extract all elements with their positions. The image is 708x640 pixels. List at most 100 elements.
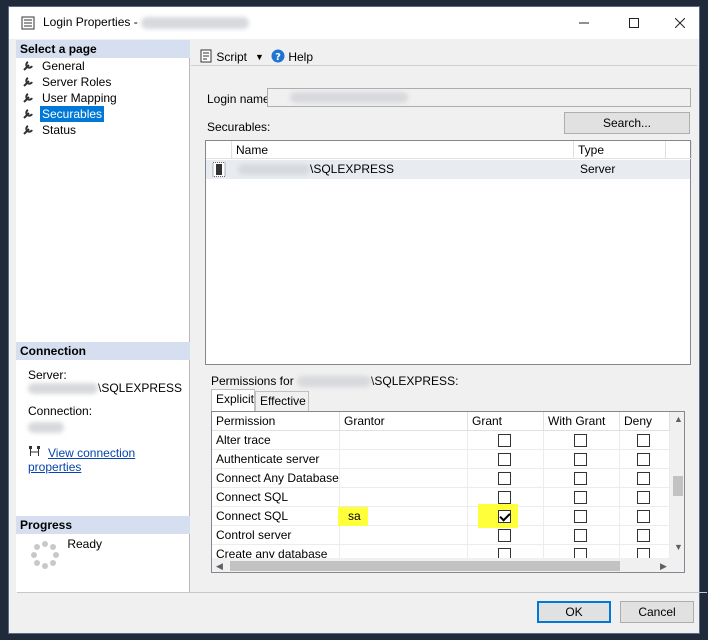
deny-checkbox[interactable] xyxy=(637,510,650,523)
server-value: \SQLEXPRESS xyxy=(98,381,183,395)
with-grant-checkbox[interactable] xyxy=(574,529,587,542)
securables-grid: Name Type \SQLEXPRESS Server xyxy=(205,140,692,365)
connection-properties-icon xyxy=(29,446,40,456)
with-grant-checkbox[interactable] xyxy=(574,491,587,504)
sidebar-item-status[interactable]: Status xyxy=(22,122,78,138)
with-grant-checkbox[interactable] xyxy=(574,472,587,485)
maximize-icon xyxy=(629,18,639,28)
grant-cell xyxy=(468,431,544,450)
with-grant-checkbox[interactable] xyxy=(574,453,587,466)
tab-effective[interactable]: Effective xyxy=(255,391,309,411)
grant-cell xyxy=(468,504,544,528)
server-label: Server: xyxy=(28,368,67,382)
table-row[interactable]: Authenticate server xyxy=(212,450,670,469)
deny-checkbox[interactable] xyxy=(637,491,650,504)
select-page-header: Select a page xyxy=(16,40,190,58)
maximize-button[interactable] xyxy=(611,7,657,39)
script-dropdown-button[interactable]: ▼ xyxy=(255,48,264,66)
with-grant-checkbox[interactable] xyxy=(574,510,587,523)
table-row[interactable]: Control server xyxy=(212,526,670,545)
tab-explicit[interactable]: Explicit xyxy=(211,389,255,411)
ok-button[interactable]: OK xyxy=(537,601,611,623)
permissions-horizontal-scrollbar[interactable]: ◀ ▶ xyxy=(212,558,684,572)
grant-checkbox[interactable] xyxy=(498,491,511,504)
with-grant-checkbox[interactable] xyxy=(574,434,587,447)
securables-label: Securables: xyxy=(207,120,271,134)
securables-icon-column xyxy=(206,141,232,159)
deny-checkbox[interactable] xyxy=(637,472,650,485)
grant-checkbox[interactable] xyxy=(498,434,511,447)
search-button[interactable]: Search... xyxy=(564,112,690,134)
table-row[interactable]: Connect SQL xyxy=(212,488,670,507)
permissions-vertical-scrollbar[interactable]: ▲ ▼ xyxy=(670,412,684,558)
grant-checkbox[interactable] xyxy=(498,529,511,542)
sidebar-item-general[interactable]: General xyxy=(22,58,87,74)
permission-name: Connect SQL xyxy=(212,488,340,507)
scroll-up-icon[interactable]: ▲ xyxy=(674,414,683,424)
window-title: Login Properties - xyxy=(43,15,138,29)
deny-checkbox[interactable] xyxy=(637,529,650,542)
login-properties-window: Login Properties - Select a page General… xyxy=(8,6,707,634)
view-connection-properties-link[interactable]: View connection properties xyxy=(28,446,135,474)
securable-name: \SQLEXPRESS xyxy=(310,162,395,176)
with-grant-cell xyxy=(544,469,620,488)
table-row[interactable]: Connect Any Database xyxy=(212,469,670,488)
scroll-left-icon[interactable]: ◀ xyxy=(216,561,223,572)
close-button[interactable] xyxy=(657,7,703,39)
cancel-button[interactable]: Cancel xyxy=(620,601,694,623)
permission-grantor-cell xyxy=(340,488,468,507)
scroll-thumb[interactable] xyxy=(230,561,620,571)
connection-label: Connection: xyxy=(28,404,93,418)
progress-spinner-icon xyxy=(31,541,59,569)
permissions-label-prefix: Permissions for xyxy=(211,374,294,388)
deny-checkbox[interactable] xyxy=(637,434,650,447)
connection-value xyxy=(28,420,64,434)
sidebar-item-server-roles[interactable]: Server Roles xyxy=(22,74,113,90)
with-grant-cell xyxy=(544,450,620,469)
permissions-grid: Permission Grantor Grant With Grant Deny… xyxy=(211,411,685,573)
permission-grantor-cell xyxy=(340,526,468,545)
view-connection-properties[interactable]: View connection properties xyxy=(28,445,189,474)
securables-column-name: Name xyxy=(232,141,574,159)
sidebar-item-securables[interactable]: Securables xyxy=(22,106,105,122)
wrench-icon xyxy=(23,109,33,119)
table-row[interactable]: \SQLEXPRESS Server xyxy=(206,160,690,179)
scroll-right-icon[interactable]: ▶ xyxy=(660,561,667,572)
redacted-login-value xyxy=(290,92,408,103)
help-button[interactable]: ? Help xyxy=(271,48,313,66)
securable-type: Server xyxy=(580,162,616,176)
login-name-field[interactable] xyxy=(267,88,691,107)
minimize-button[interactable] xyxy=(561,7,607,39)
progress-status: Ready xyxy=(67,537,103,552)
progress-area: Ready xyxy=(30,537,102,570)
grant-checkbox[interactable] xyxy=(498,453,511,466)
wrench-icon xyxy=(23,93,33,103)
sidebar-item-label: User Mapping xyxy=(42,91,117,105)
deny-cell xyxy=(620,469,670,488)
script-button[interactable]: Script xyxy=(199,48,247,66)
sidebar-item-label: General xyxy=(42,59,85,73)
perm-column-deny: Deny xyxy=(620,412,670,431)
close-icon xyxy=(674,17,686,29)
help-icon: ? xyxy=(271,49,285,63)
server-icon xyxy=(212,162,226,177)
grant-cell xyxy=(468,526,544,545)
permission-name: Connect SQL xyxy=(212,507,340,526)
table-row[interactable]: Connect SQL sa xyxy=(212,504,670,528)
scroll-down-icon[interactable]: ▼ xyxy=(674,542,683,552)
redacted-server-name xyxy=(28,383,98,395)
permission-grantor-cell xyxy=(340,431,468,450)
grant-checkbox[interactable] xyxy=(498,510,511,523)
table-row[interactable]: Alter trace xyxy=(212,431,670,450)
with-grant-cell xyxy=(544,431,620,450)
grant-checkbox[interactable] xyxy=(498,472,511,485)
script-icon xyxy=(200,49,212,63)
permission-name: Alter trace xyxy=(212,431,340,450)
deny-checkbox[interactable] xyxy=(637,453,650,466)
permission-grantor: sa xyxy=(348,509,361,523)
scroll-thumb[interactable] xyxy=(673,476,683,496)
redacted-login-name xyxy=(141,17,249,29)
redacted-server-name xyxy=(238,164,310,175)
permissions-label: Permissions for \SQLEXPRESS: xyxy=(211,374,458,388)
sidebar-item-user-mapping[interactable]: User Mapping xyxy=(22,90,119,106)
